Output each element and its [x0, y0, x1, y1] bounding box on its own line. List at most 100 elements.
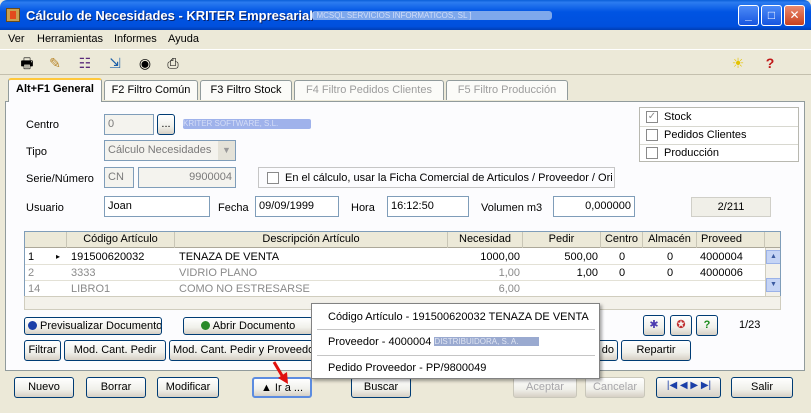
record-navigator-arrows[interactable]: |◀ ◀ ▶ ▶| [660, 380, 718, 391]
popup-item-proveedor-label: Proveedor - 4000004 [328, 336, 435, 348]
aceptar-button: Aceptar [513, 377, 577, 398]
popup-item-pedido-proveedor[interactable]: Pedido Proveedor - PP/9800049 [328, 362, 486, 374]
popup-item-proveedor-name: DISTRIBUIDORA, S. A. [434, 337, 540, 346]
cell-necesidad[interactable]: 6,00 [448, 282, 520, 296]
cell-necesidad[interactable]: 1000,00 [448, 250, 520, 264]
row-number: 2 [28, 267, 35, 279]
print-preview-icon[interactable]: ⎙ [164, 54, 182, 72]
popup-item-proveedor[interactable]: Proveedor - 4000004 DISTRIBUIDORA, S. A. [328, 336, 540, 348]
cell-necesidad[interactable]: 1,00 [448, 266, 520, 280]
minimize-button[interactable]: _ [738, 5, 759, 26]
table-row[interactable]: 2 3333 VIDRIO PLANO 1,00 1,00 0 0 400000… [25, 266, 765, 280]
scroll-up-icon[interactable]: ▲ [766, 250, 780, 264]
lightbulb-icon[interactable]: ☀ [729, 54, 747, 72]
menu-ver[interactable]: Ver [8, 33, 25, 45]
volumen-field[interactable]: 0,000000 [553, 196, 635, 217]
necesidades-grid[interactable]: Código Artículo Descripción Artículo Nec… [24, 231, 781, 299]
cell-descripcion[interactable]: VIDRIO PLANO [179, 266, 447, 280]
pedidos-clientes-checkbox[interactable] [646, 129, 658, 141]
grid-chart-icon[interactable]: ✪ [670, 315, 692, 336]
cell-centro[interactable]: 0 [601, 250, 643, 264]
cell-descripcion[interactable]: COMO NO ESTRESARSE [179, 282, 447, 296]
grid-col-indicator [25, 232, 67, 248]
numero-field[interactable]: 9900004 [138, 167, 236, 188]
export-icon[interactable]: ⇲ [106, 54, 124, 72]
stock-checkbox[interactable]: ✓ [646, 111, 658, 123]
mod-cant-pedir-button[interactable]: Mod. Cant. Pedir [64, 340, 166, 361]
centro-field[interactable]: 0 [104, 114, 154, 135]
col-almacen[interactable]: Almacén [643, 232, 697, 248]
popup-item-codigo-articulo[interactable]: Código Artículo - 191500620032 TENAZA DE… [328, 311, 589, 323]
previsualizar-documento-button[interactable]: Previsualizar Documento [24, 317, 162, 335]
col-codigo-articulo[interactable]: Código Artículo [67, 232, 175, 248]
mod-cant-pedir-proveedor-button[interactable]: Mod. Cant. Pedir y Proveedor [169, 340, 314, 361]
produccion-checkbox[interactable] [646, 147, 658, 159]
menu-ayuda[interactable]: Ayuda [168, 33, 199, 45]
tipo-label: Tipo [26, 146, 47, 158]
table-row[interactable]: 14 LIBRO1 COMO NO ESTRESARSE 6,00 [25, 282, 765, 296]
cell-centro[interactable]: 0 [601, 266, 643, 280]
col-proveedor[interactable]: Proveed [697, 232, 765, 248]
close-button[interactable]: ✕ [784, 5, 805, 26]
tab-filtro-stock[interactable]: F3 Filtro Stock [200, 80, 292, 100]
cell-proveedor[interactable]: 4000006 [700, 266, 764, 280]
tab-filtro-comun[interactable]: F2 Filtro Común [104, 80, 198, 100]
grid-help-icon[interactable]: ? [696, 315, 718, 336]
previsualizar-label: Previsualizar Documento [40, 320, 162, 332]
hora-field[interactable]: 16:12:50 [387, 196, 469, 217]
abrir-documento-button[interactable]: Abrir Documento [183, 317, 313, 335]
table-row[interactable]: 1 ▸ 191500620032 TENAZA DE VENTA 1000,00… [25, 250, 765, 264]
tab-filtro-produccion: F5 Filtro Producción [446, 80, 568, 100]
hierarchy-icon[interactable]: ☷ [76, 54, 94, 72]
cell-descripcion[interactable]: TENAZA DE VENTA [179, 250, 447, 264]
col-necesidad[interactable]: Necesidad [448, 232, 523, 248]
help-icon[interactable]: ? [761, 54, 779, 72]
salir-button[interactable]: Salir [731, 377, 793, 398]
cell-pedir[interactable]: 1,00 [523, 266, 598, 280]
modificar-button[interactable]: Modificar [157, 377, 219, 398]
grid-settings-icon[interactable]: ✱ [643, 315, 665, 336]
maximize-button[interactable]: □ [761, 5, 782, 26]
record-navigator[interactable]: |◀ ◀ ▶ ▶| [656, 377, 721, 398]
cell-codigo[interactable]: 3333 [71, 266, 173, 280]
popup-separator [317, 355, 595, 356]
view-eye-icon[interactable]: ◉ [136, 54, 154, 72]
toolbar: 🖶 ✎ ☷ ⇲ ◉ ⎙ ☀ ? [0, 49, 811, 75]
nuevo-button[interactable]: Nuevo [14, 377, 74, 398]
grid-vertical-scrollbar[interactable]: ▲ ▼ [765, 248, 780, 298]
edit-pen-icon[interactable]: ✎ [46, 54, 64, 72]
ira-popup-menu: Código Artículo - 191500620032 TENAZA DE… [311, 303, 600, 379]
window-title-company: [ MCSQL SERVICIOS INFORMATICOS, SL ] [312, 11, 552, 20]
col-descripcion-articulo[interactable]: Descripción Artículo [175, 232, 448, 248]
fecha-field[interactable]: 09/09/1999 [255, 196, 339, 217]
ficha-comercial-checkbox[interactable] [267, 172, 279, 184]
menu-bar: Ver Herramientas Informes Ayuda [0, 30, 811, 49]
menu-informes[interactable]: Informes [114, 33, 157, 45]
usuario-field[interactable]: Joan [104, 196, 210, 217]
serie-field[interactable]: CN [104, 167, 134, 188]
cell-codigo[interactable]: 191500620032 [71, 250, 173, 264]
tab-filtro-pedidos-clientes: F4 Filtro Pedidos Clientes [294, 80, 444, 100]
menu-herramientas[interactable]: Herramientas [37, 33, 103, 45]
tipo-select[interactable]: Cálculo Necesidades ▼ [104, 140, 236, 161]
centro-lookup-button[interactable]: ... [157, 114, 175, 135]
cell-codigo[interactable]: LIBRO1 [71, 282, 173, 296]
red-arrow-annotation [272, 361, 288, 384]
cell-almacen[interactable]: 0 [643, 250, 697, 264]
filtrar-button[interactable]: Filtrar [24, 340, 61, 361]
cell-proveedor[interactable]: 4000004 [700, 250, 764, 264]
abrir-label: Abrir Documento [212, 320, 296, 332]
repartir-button[interactable]: Repartir [621, 340, 691, 361]
cell-pedir[interactable]: 500,00 [523, 250, 598, 264]
col-pedir[interactable]: Pedir [523, 232, 601, 248]
printer-icon[interactable]: 🖶 [18, 54, 36, 72]
cell-almacen[interactable]: 0 [643, 266, 697, 280]
chevron-down-icon[interactable]: ▼ [218, 141, 235, 160]
scroll-down-icon[interactable]: ▼ [766, 278, 780, 292]
col-centro[interactable]: Centro [601, 232, 643, 248]
buscar-button[interactable]: Buscar [351, 377, 411, 398]
borrar-button[interactable]: Borrar [86, 377, 146, 398]
centro-label: Centro [26, 119, 60, 131]
row-number: 1 [28, 251, 35, 263]
tab-general[interactable]: Alt+F1 General [8, 78, 102, 102]
